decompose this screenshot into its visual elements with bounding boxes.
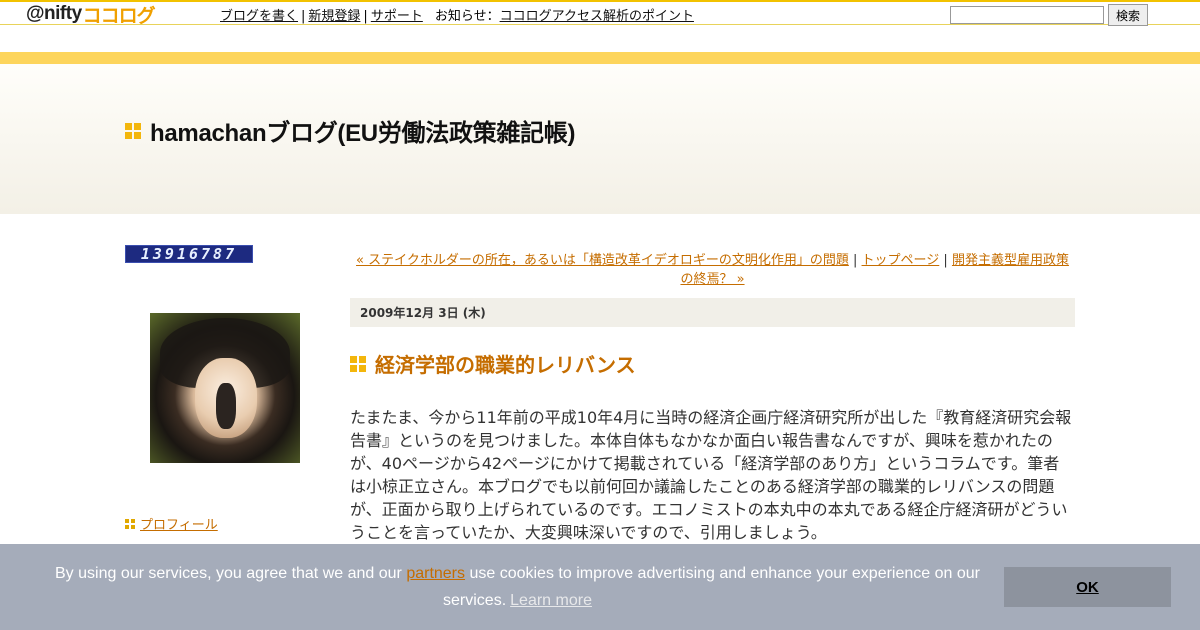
top-bar: @nifty ココログ ブログを書く | 新規登録 | サポート お知らせ：ココログアクセ… [0, 0, 1200, 27]
entry-title-block: 経済学部の職業的レリバンス [350, 349, 636, 378]
access-counter: 13916787 [125, 245, 253, 263]
search-button[interactable]: 検索 [1108, 4, 1148, 26]
partners-link[interactable]: partners [406, 565, 465, 582]
top-nav: ブログを書く | 新規登録 | サポート お知らせ：ココログアクセス解析のポイント [220, 5, 694, 24]
notice-colon: ： [486, 9, 500, 24]
blog-title[interactable]: hamachanブログ(EU労働法政策雑記帳) [150, 113, 575, 148]
nifty-cocolog-logo[interactable]: @nifty ココログ [26, 3, 156, 27]
profile-photo [150, 313, 300, 463]
nav-divider: | [363, 9, 368, 24]
header-accent-strip [0, 52, 1200, 64]
nav-separator: | [939, 253, 952, 268]
counter-digits: 13916787 [140, 245, 238, 263]
learn-more-link[interactable]: Learn more [510, 592, 592, 609]
nav-divider: | [301, 9, 306, 24]
square-bullet-icon [125, 518, 135, 529]
cookie-ok-button[interactable]: OK [1004, 567, 1171, 607]
cookie-message: By using our services, you agree that we… [40, 560, 995, 614]
support-link[interactable]: サポート [371, 9, 423, 24]
write-blog-link[interactable]: ブログを書く [220, 9, 298, 24]
nav-separator: | [848, 253, 862, 268]
entry-date: 2009年12月 3日 (木) [350, 298, 1075, 327]
cookie-text-before: By using our services, you agree that we… [55, 565, 407, 582]
entry-body: たまたま、今から11年前の平成10年4月に当時の経済企画庁経済研究所が出した『教… [350, 408, 1072, 542]
blog-title-block: hamachanブログ(EU労働法政策雑記帳) [125, 113, 575, 148]
square-bullet-icon [125, 122, 141, 139]
entry-navigation: « ステイクホルダーの所在，あるいは「構造改革イデオロギーの文明化作用」の問題 … [350, 251, 1075, 289]
logo-prefix: @nifty [26, 3, 82, 24]
square-bullet-icon [350, 355, 366, 372]
prev-entry-link[interactable]: « ステイクホルダーの所在，あるいは「構造改革イデオロギーの文明化作用」の問題 [356, 253, 849, 268]
top-page-link[interactable]: トップページ [862, 253, 940, 268]
notice-label: お知らせ [434, 9, 487, 24]
sidebar-item-profile: プロフィール [125, 514, 218, 533]
cookie-consent-banner: By using our services, you agree that we… [0, 544, 1200, 630]
profile-link[interactable]: プロフィール [140, 514, 218, 533]
entry-title: 経済学部の職業的レリバンス [375, 353, 636, 377]
logo-brand: ココログ [82, 5, 156, 27]
notice-link[interactable]: ココログアクセス解析のポイント [500, 9, 694, 24]
register-link[interactable]: 新規登録 [308, 9, 360, 24]
search-input[interactable] [950, 6, 1104, 24]
